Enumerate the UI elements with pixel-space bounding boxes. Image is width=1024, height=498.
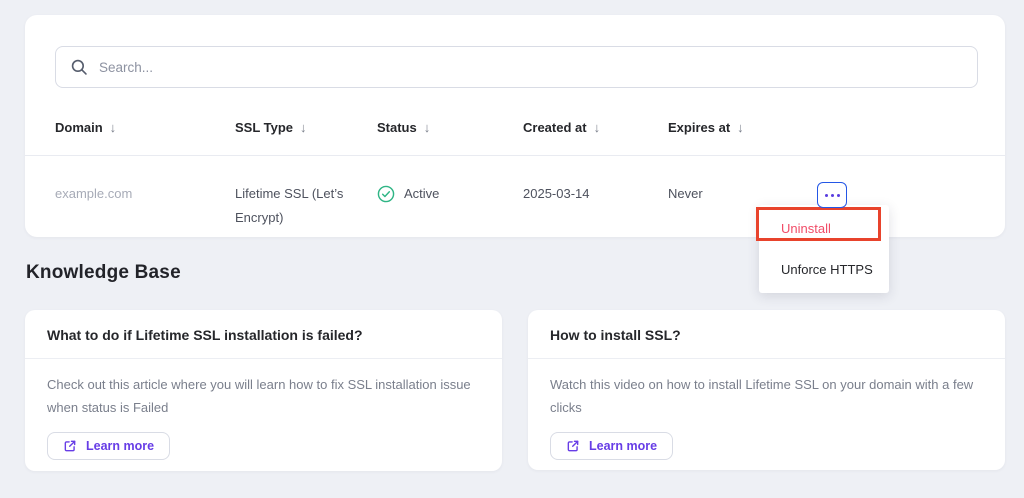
kb-card-how-to-install: How to install SSL? Watch this video on … (528, 310, 1005, 470)
cell-ssl-type: Lifetime SSL (Let’s Encrypt) (235, 155, 367, 237)
kb-card-failed-install: What to do if Lifetime SSL installation … (25, 310, 502, 471)
kb-card-title: How to install SSL? (528, 310, 1005, 359)
column-header-ssl-type[interactable]: SSL Type ↓ (235, 120, 377, 135)
status-active-icon (377, 185, 395, 203)
sort-icon[interactable]: ↓ (594, 120, 601, 135)
ellipsis-icon (831, 194, 834, 197)
table-header: Domain ↓ SSL Type ↓ Status ↓ Created at … (25, 120, 1005, 135)
sort-icon[interactable]: ↓ (737, 120, 744, 135)
learn-more-label: Learn more (589, 439, 657, 453)
column-label: Created at (523, 120, 587, 135)
ellipsis-icon (825, 194, 828, 197)
cell-status: Active (377, 155, 523, 237)
menu-item-uninstall[interactable]: Uninstall (759, 208, 889, 249)
cell-created-at: 2025-03-14 (523, 155, 668, 237)
column-label: SSL Type (235, 120, 293, 135)
kb-card-body: Check out this article where you will le… (25, 359, 502, 460)
column-label: Domain (55, 120, 103, 135)
search-box[interactable] (55, 46, 978, 88)
kb-card-text: Check out this article where you will le… (47, 373, 476, 419)
status-label: Active (404, 182, 439, 206)
ssl-table-card: Domain ↓ SSL Type ↓ Status ↓ Created at … (25, 15, 1005, 237)
search-icon (70, 58, 89, 77)
menu-item-unforce-https[interactable]: Unforce HTTPS (759, 249, 889, 290)
external-link-icon (63, 439, 77, 453)
column-label: Expires at (668, 120, 730, 135)
column-header-created-at[interactable]: Created at ↓ (523, 120, 668, 135)
column-label: Status (377, 120, 417, 135)
column-header-status[interactable]: Status ↓ (377, 120, 523, 135)
sort-icon[interactable]: ↓ (300, 120, 307, 135)
external-link-icon (566, 439, 580, 453)
learn-more-button[interactable]: Learn more (47, 432, 170, 460)
search-input[interactable] (99, 60, 963, 75)
learn-more-label: Learn more (86, 439, 154, 453)
row-actions-button[interactable] (817, 182, 847, 208)
cell-domain: example.com (55, 155, 235, 237)
kb-card-body: Watch this video on how to install Lifet… (528, 359, 1005, 460)
ssl-management-page: Domain ↓ SSL Type ↓ Status ↓ Created at … (0, 0, 1024, 498)
sort-icon[interactable]: ↓ (424, 120, 431, 135)
column-header-domain[interactable]: Domain ↓ (55, 120, 235, 135)
kb-card-title: What to do if Lifetime SSL installation … (25, 310, 502, 359)
ellipsis-icon (837, 194, 840, 197)
row-actions-menu: Uninstall Unforce HTTPS (759, 205, 889, 293)
sort-icon[interactable]: ↓ (110, 120, 117, 135)
column-header-expires-at[interactable]: Expires at ↓ (668, 120, 817, 135)
knowledge-base-heading: Knowledge Base (26, 262, 181, 284)
learn-more-button[interactable]: Learn more (550, 432, 673, 460)
kb-card-text: Watch this video on how to install Lifet… (550, 373, 979, 419)
